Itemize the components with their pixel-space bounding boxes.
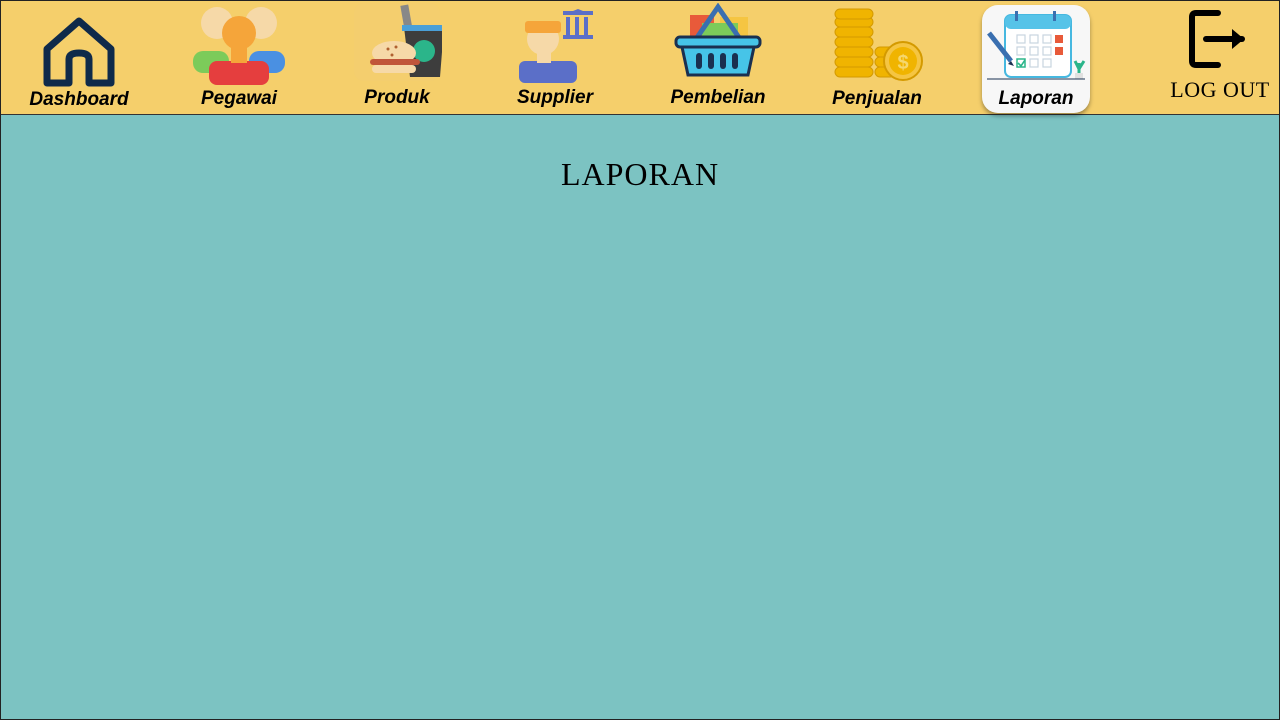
nav-label-penjualan: Penjualan	[832, 88, 922, 109]
svg-text:$: $	[897, 52, 908, 74]
logout-label: LOG OUT	[1170, 77, 1270, 102]
nav-label-pegawai: Pegawai	[200, 88, 278, 109]
nav-item-laporan[interactable]: Laporan	[982, 1, 1090, 114]
supplier-icon	[519, 9, 593, 83]
calendar-report-icon	[987, 11, 1086, 80]
nav-item-pegawai[interactable]: Pegawai	[179, 1, 299, 114]
home-icon	[43, 17, 115, 87]
nav-label-supplier: Supplier	[516, 87, 593, 108]
page-title: LAPORAN	[560, 156, 720, 192]
nav-label-laporan: Laporan	[998, 88, 1074, 109]
nav-item-supplier[interactable]: Supplier	[495, 1, 615, 114]
nav-item-dashboard[interactable]: Dashboard	[19, 1, 139, 114]
nav-item-penjualan[interactable]: $ Penjualan	[817, 1, 937, 114]
shopping-basket-icon	[674, 3, 762, 77]
nav-item-produk[interactable]: Produk	[341, 1, 453, 114]
logout-icon	[1189, 10, 1245, 68]
nav-item-pembelian[interactable]: Pembelian	[658, 1, 778, 114]
logout-button[interactable]: LOG OUT	[1166, 1, 1274, 114]
top-navigation-bar: Dashboard Pegawai Produk Supplier Pembel…	[1, 1, 1279, 115]
nav-label-dashboard: Dashboard	[29, 89, 129, 110]
nav-label-produk: Produk	[364, 87, 430, 108]
food-drink-icon	[354, 3, 442, 81]
employees-icon	[193, 7, 285, 85]
nav-label-pembelian: Pembelian	[670, 87, 766, 108]
coins-icon: $	[834, 8, 923, 81]
